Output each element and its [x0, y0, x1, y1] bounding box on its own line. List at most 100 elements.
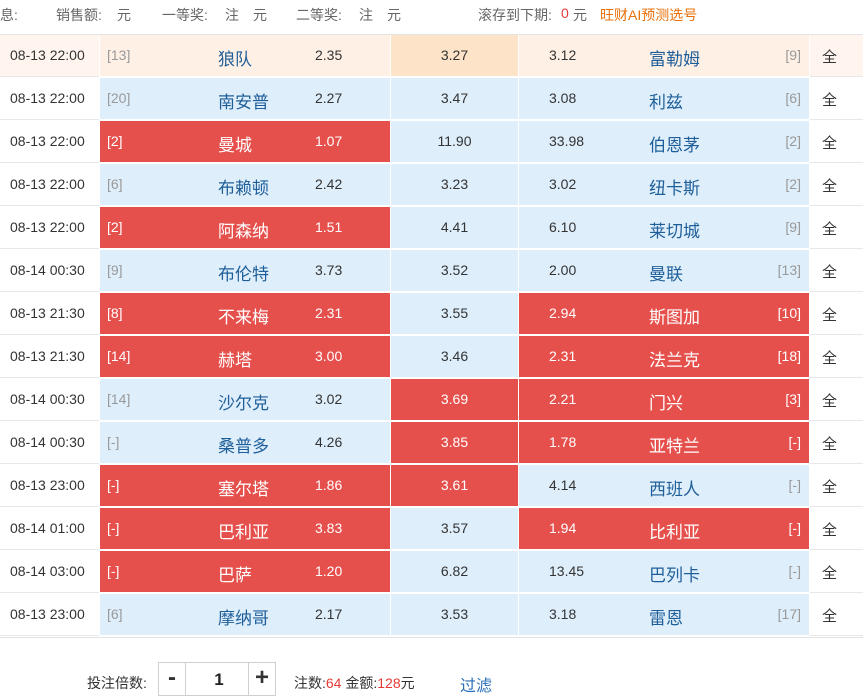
select-all-button[interactable]: 全	[822, 519, 837, 540]
home-rank: [8]	[107, 305, 123, 321]
select-all-button[interactable]: 全	[822, 218, 837, 239]
rollover-label: 滚存到下期:	[478, 7, 552, 23]
away-win-option[interactable]: 1.78 亚特兰 [-]	[519, 422, 809, 464]
sales-label: 销售额:	[56, 7, 102, 23]
filter-link[interactable]: 过滤	[460, 672, 492, 696]
select-all-button[interactable]: 全	[822, 304, 837, 325]
home-win-option[interactable]: [13] 狼队 2.35	[100, 35, 390, 77]
select-all-button[interactable]: 全	[822, 46, 837, 67]
away-odds: 1.94	[549, 520, 577, 536]
select-all-cell[interactable]: 全	[810, 336, 863, 378]
select-all-cell[interactable]: 全	[810, 164, 863, 206]
select-all-button[interactable]: 全	[822, 89, 837, 110]
draw-option[interactable]: 11.90	[391, 121, 518, 163]
away-win-option[interactable]: 1.94 比利亚 [-]	[519, 508, 809, 550]
select-all-button[interactable]: 全	[822, 476, 837, 497]
draw-option[interactable]: 3.85	[391, 422, 518, 464]
select-all-cell[interactable]: 全	[810, 551, 863, 593]
select-all-cell[interactable]: 全	[810, 293, 863, 335]
away-win-option[interactable]: 3.18 雷恩 [17]	[519, 594, 809, 636]
home-odds: 2.35	[315, 47, 343, 63]
first-prize-value: 注	[225, 7, 239, 23]
draw-option[interactable]: 3.52	[391, 250, 518, 292]
draw-option[interactable]: 3.61	[391, 465, 518, 507]
home-win-option[interactable]: [6] 摩纳哥 2.17	[100, 594, 390, 636]
select-all-cell[interactable]: 全	[810, 422, 863, 464]
away-win-option[interactable]: 2.21 门兴 [3]	[519, 379, 809, 421]
home-win-option[interactable]: [2] 曼城 1.07	[100, 121, 390, 163]
away-win-option[interactable]: 6.10 莱切城 [9]	[519, 207, 809, 249]
match-time-cell: 08-13 22:00	[0, 35, 99, 77]
amount-unit: 元	[400, 675, 415, 691]
draw-option[interactable]: 4.41	[391, 207, 518, 249]
home-team: 曼城	[218, 136, 252, 155]
home-win-option[interactable]: [-] 塞尔塔 1.86	[100, 465, 390, 507]
away-rank: [13]	[777, 262, 801, 278]
away-win-option[interactable]: 3.12 富勒姆 [9]	[519, 35, 809, 77]
home-win-option[interactable]: [14] 沙尔克 3.02	[100, 379, 390, 421]
match-row: 08-14 03:00 [-] 巴萨 1.20 6.82 13.45 巴列卡 [-] 全	[0, 551, 863, 594]
select-all-button[interactable]: 全	[822, 347, 837, 368]
home-win-option[interactable]: [8] 不来梅 2.31	[100, 293, 390, 335]
select-all-cell[interactable]: 全	[810, 594, 863, 636]
home-win-option[interactable]: [-] 巴利亚 3.83	[100, 508, 390, 550]
home-win-option[interactable]: [9] 布伦特 3.73	[100, 250, 390, 292]
decrease-button[interactable]: -	[159, 663, 186, 695]
draw-option[interactable]: 6.82	[391, 551, 518, 593]
away-win-option[interactable]: 4.14 西班人 [-]	[519, 465, 809, 507]
away-win-option[interactable]: 33.98 伯恩茅 [2]	[519, 121, 809, 163]
select-all-cell[interactable]: 全	[810, 508, 863, 550]
draw-option[interactable]: 3.27	[391, 35, 518, 77]
match-row: 08-13 22:00 [20] 南安普 2.27 3.47 3.08 利兹 [6] 全	[0, 78, 863, 121]
select-all-cell[interactable]: 全	[810, 379, 863, 421]
away-team: 纽卡斯	[649, 179, 700, 198]
draw-option[interactable]: 3.47	[391, 78, 518, 120]
home-win-option[interactable]: [20] 南安普 2.27	[100, 78, 390, 120]
select-all-button[interactable]: 全	[822, 433, 837, 454]
select-all-cell[interactable]: 全	[810, 35, 863, 77]
multiplier-input[interactable]	[186, 667, 252, 693]
home-rank: [13]	[107, 47, 131, 63]
away-win-option[interactable]: 13.45 巴列卡 [-]	[519, 551, 809, 593]
select-all-cell[interactable]: 全	[810, 207, 863, 249]
home-odds: 2.27	[315, 90, 343, 106]
home-team: 布伦特	[218, 265, 269, 284]
home-win-option[interactable]: [-] 桑普多 4.26	[100, 422, 390, 464]
select-all-cell[interactable]: 全	[810, 250, 863, 292]
select-all-button[interactable]: 全	[822, 175, 837, 196]
draw-odds: 3.55	[440, 305, 469, 321]
draw-option[interactable]: 3.55	[391, 293, 518, 335]
select-all-button[interactable]: 全	[822, 132, 837, 153]
home-team: 巴萨	[218, 566, 252, 585]
home-win-option[interactable]: [-] 巴萨 1.20	[100, 551, 390, 593]
select-all-button[interactable]: 全	[822, 261, 837, 282]
away-win-option[interactable]: 2.00 曼联 [13]	[519, 250, 809, 292]
home-team: 巴利亚	[218, 523, 269, 542]
bet-summary: 注数:64 金额:128元	[294, 673, 415, 693]
select-all-cell[interactable]: 全	[810, 465, 863, 507]
home-win-option[interactable]: [2] 阿森纳 1.51	[100, 207, 390, 249]
home-win-option[interactable]: [14] 赫塔 3.00	[100, 336, 390, 378]
match-time-cell: 08-13 23:00	[0, 594, 99, 636]
select-all-cell[interactable]: 全	[810, 121, 863, 163]
ai-prediction-link[interactable]: 旺财AI预测选号	[600, 5, 697, 25]
away-team: 亚特兰	[649, 437, 700, 456]
draw-option[interactable]: 3.69	[391, 379, 518, 421]
home-win-option[interactable]: [6] 布赖顿 2.42	[100, 164, 390, 206]
select-all-button[interactable]: 全	[822, 562, 837, 583]
second-prize-label: 二等奖:	[296, 7, 342, 23]
home-odds: 4.26	[315, 434, 343, 450]
select-all-button[interactable]: 全	[822, 605, 837, 626]
select-all-cell[interactable]: 全	[810, 78, 863, 120]
increase-button[interactable]: +	[248, 663, 275, 695]
draw-option[interactable]: 3.57	[391, 508, 518, 550]
select-all-button[interactable]: 全	[822, 390, 837, 411]
away-win-option[interactable]: 3.02 纽卡斯 [2]	[519, 164, 809, 206]
draw-option[interactable]: 3.53	[391, 594, 518, 636]
away-win-option[interactable]: 3.08 利兹 [6]	[519, 78, 809, 120]
draw-option[interactable]: 3.23	[391, 164, 518, 206]
away-win-option[interactable]: 2.94 斯图加 [10]	[519, 293, 809, 335]
bet-footer: 投注倍数: - + 注数:64 金额:128元 过滤	[0, 637, 863, 696]
away-win-option[interactable]: 2.31 法兰克 [18]	[519, 336, 809, 378]
draw-option[interactable]: 3.46	[391, 336, 518, 378]
